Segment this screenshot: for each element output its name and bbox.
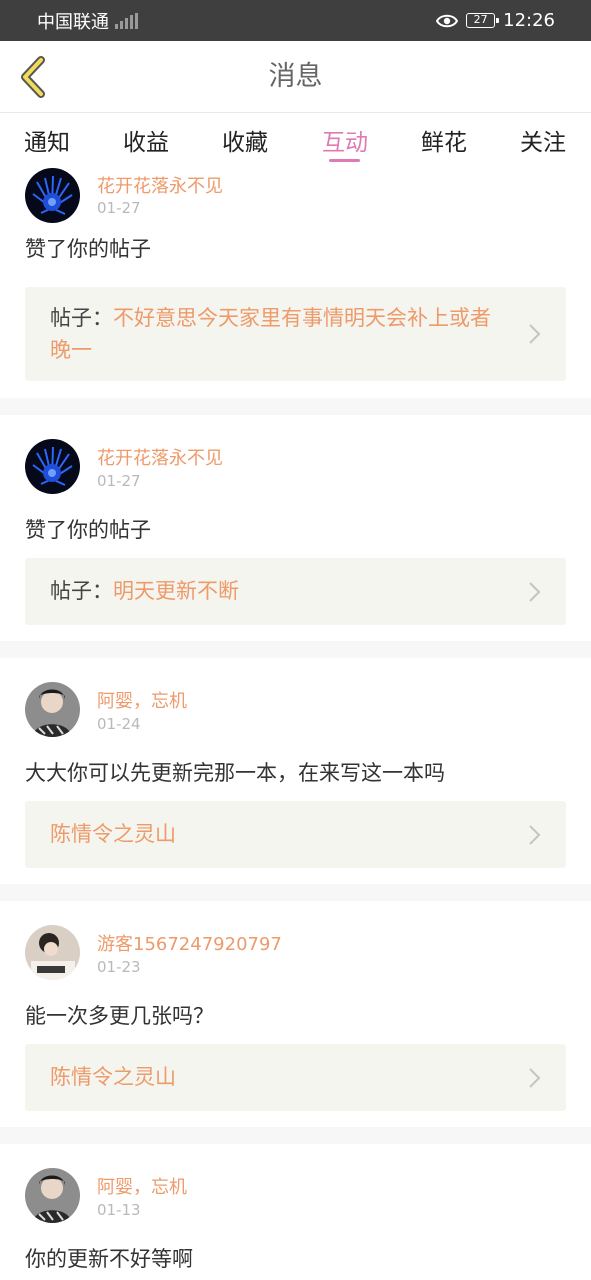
user-name[interactable]: 花开花落永不见 [97,444,223,470]
ref-prefix: 帖子： [50,579,113,603]
avatar[interactable] [25,682,80,737]
post-reference-text: 帖子：明天更新不断 [50,575,508,607]
user-name[interactable]: 阿婴，忘机 [97,687,187,713]
message-date: 01-23 [97,958,141,976]
chevron-right-icon [529,825,541,845]
message-date: 01-13 [97,1201,141,1219]
chevron-right-icon [529,324,541,344]
post-reference[interactable]: 帖子：明天更新不断 [25,558,566,625]
tab-bar: 通知 收益 收藏 互动 鲜花 关注 [0,113,591,165]
chevron-right-icon [529,582,541,602]
guest-avatar-image [25,925,80,980]
avatar[interactable] [25,925,80,980]
tab-following[interactable]: 关注 [520,123,566,157]
ref-title: 明天更新不断 [113,579,239,603]
person-avatar-image [25,1168,80,1223]
blue-flower-avatar-image [25,168,80,223]
chevron-right-icon [529,1068,541,1088]
avatar[interactable] [25,168,80,223]
tab-indicator [329,159,360,162]
carrier-label: 中国联通 [37,11,109,33]
avatar[interactable] [25,439,80,494]
message-text: 赞了你的帖子 [25,237,151,261]
message-date: 01-24 [97,715,141,733]
list-item: 阿婴，忘机 01-13 你的更新不好等啊 [0,1144,591,1280]
list-item: 阿婴，忘机 01-24 大大你可以先更新完那一本，在来写这一本吗 陈情令之灵山 [0,658,591,884]
ref-title: 陈情令之灵山 [50,1065,176,1089]
user-name[interactable]: 阿婴，忘机 [97,1173,187,1199]
tab-interactions[interactable]: 互动 [322,123,368,157]
post-reference-text: 陈情令之灵山 [50,1061,508,1093]
status-bar: 中国联通 27 12:26 [0,0,591,41]
tab-notifications[interactable]: 通知 [24,123,70,157]
blue-flower-avatar-image [25,439,80,494]
divider [0,1127,591,1144]
list-item: 花开花落永不见 01-27 赞了你的帖子 帖子：明天更新不断 [0,415,591,641]
status-right: 27 12:26 [436,10,555,31]
ref-prefix: 帖子： [50,306,113,330]
post-reference[interactable]: 陈情令之灵山 [25,801,566,868]
post-reference-text: 陈情令之灵山 [50,818,508,850]
message-text: 赞了你的帖子 [25,518,151,542]
message-text: 你的更新不好等啊 [25,1247,193,1271]
user-name[interactable]: 花开花落永不见 [97,172,223,198]
eye-icon [436,14,459,27]
message-date: 01-27 [97,472,141,490]
person-avatar-image [25,682,80,737]
user-name[interactable]: 游客1567247920797 [97,930,282,956]
message-list: 花开花落永不见 01-27 赞了你的帖子 帖子：不好意思今天家里有事情明天会补上… [0,165,591,1280]
page-title: 消息 [268,61,323,92]
tab-earnings[interactable]: 收益 [123,123,169,157]
post-reference-text: 帖子：不好意思今天家里有事情明天会补上或者晚一 [50,302,508,366]
battery-icon: 27 [466,13,500,28]
tab-flowers[interactable]: 鲜花 [421,123,467,157]
message-text: 能一次多更几张吗？ [25,1004,214,1028]
list-item: 游客1567247920797 01-23 能一次多更几张吗？ 陈情令之灵山 [0,901,591,1127]
avatar[interactable] [25,1168,80,1223]
post-reference[interactable]: 陈情令之灵山 [25,1044,566,1111]
divider [0,398,591,415]
list-item: 花开花落永不见 01-27 赞了你的帖子 帖子：不好意思今天家里有事情明天会补上… [0,165,591,398]
clock: 12:26 [503,10,555,31]
message-date: 01-27 [97,199,141,217]
status-left: 中国联通 [37,8,138,34]
signal-icon [115,12,138,29]
header: 消息 [0,41,591,113]
message-text: 大大你可以先更新完那一本，在来写这一本吗 [25,761,445,785]
divider [0,884,591,901]
ref-title: 陈情令之灵山 [50,822,176,846]
divider [0,641,591,658]
ref-title: 不好意思今天家里有事情明天会补上或者晚一 [50,306,491,362]
post-reference[interactable]: 帖子：不好意思今天家里有事情明天会补上或者晚一 [25,287,566,381]
tab-favorites[interactable]: 收藏 [222,123,268,157]
